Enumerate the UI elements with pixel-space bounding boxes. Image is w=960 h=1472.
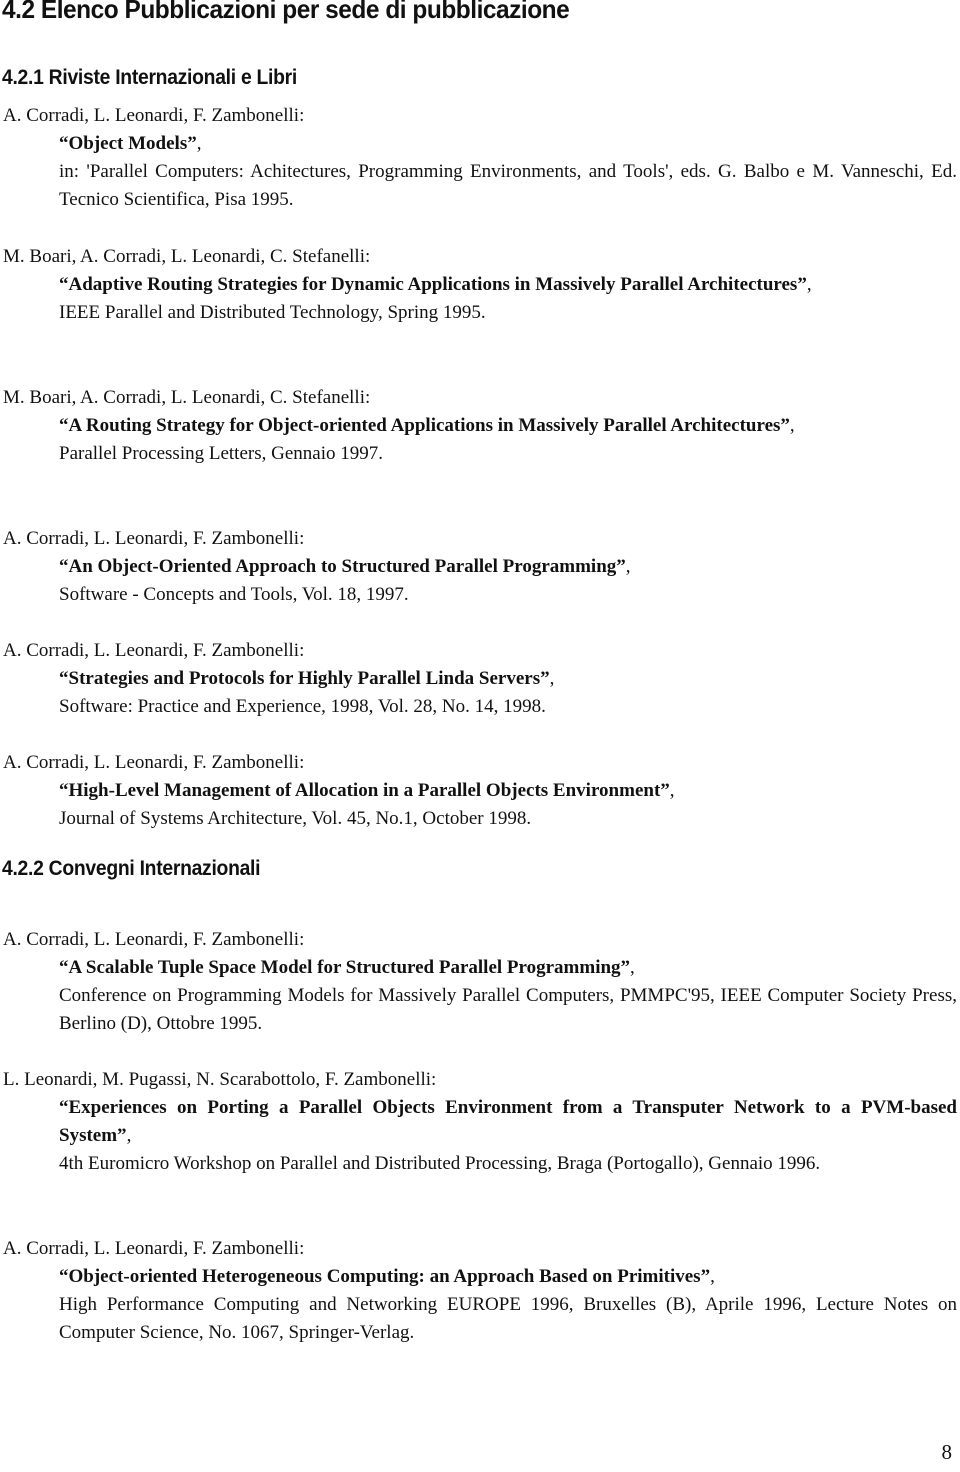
entry-authors: A. Corradi, L. Leonardi, F. Zambonelli: — [3, 640, 305, 661]
subsection-heading-convegni: 4.2.2 Convegni Internazionali — [2, 857, 261, 880]
entry-venue: Software: Practice and Experience, 1998,… — [59, 696, 546, 717]
entry-title: “Adaptive Routing Strategies for Dynamic… — [59, 274, 807, 295]
entry-authors: M. Boari, A. Corradi, L. Leonardi, C. St… — [3, 387, 371, 408]
page-number: 8 — [941, 1440, 953, 1464]
entry-venue: Software - Concepts and Tools, Vol. 18, … — [59, 584, 409, 605]
entry-venue: IEEE Parallel and Distributed Technology… — [59, 302, 486, 323]
publication-entry: M. Boari, A. Corradi, L. Leonardi, C. St… — [3, 243, 957, 327]
publication-entry: A. Corradi, L. Leonardi, F. Zambonelli: … — [3, 1235, 957, 1347]
publication-entry: A. Corradi, L. Leonardi, F. Zambonelli: … — [3, 102, 957, 214]
entry-title: “Strategies and Protocols for Highly Par… — [59, 668, 550, 689]
title-comma: , — [789, 415, 795, 436]
publication-entry: A. Corradi, L. Leonardi, F. Zambonelli: … — [3, 749, 957, 833]
publication-entry: L. Leonardi, M. Pugassi, N. Scarabottolo… — [3, 1066, 957, 1178]
title-comma: , — [549, 668, 555, 689]
document-page: 4.2 Elenco Pubblicazioni per sede di pub… — [0, 0, 960, 1472]
entry-venue: High Performance Computing and Networkin… — [59, 1294, 957, 1343]
publication-entry: A. Corradi, L. Leonardi, F. Zambonelli: … — [3, 926, 957, 1038]
entry-authors: A. Corradi, L. Leonardi, F. Zambonelli: — [3, 1238, 305, 1259]
entry-authors: A. Corradi, L. Leonardi, F. Zambonelli: — [3, 929, 305, 950]
section-heading: 4.2 Elenco Pubblicazioni per sede di pub… — [2, 0, 570, 24]
title-comma: , — [126, 1125, 132, 1146]
title-comma: , — [196, 133, 202, 154]
publication-entry: A. Corradi, L. Leonardi, F. Zambonelli: … — [3, 525, 957, 609]
publication-entry: A. Corradi, L. Leonardi, F. Zambonelli: … — [3, 637, 957, 721]
entry-venue: Parallel Processing Letters, Gennaio 199… — [59, 443, 383, 464]
entry-venue: in: 'Parallel Computers: Achitectures, P… — [59, 161, 957, 210]
entry-authors: A. Corradi, L. Leonardi, F. Zambonelli: — [3, 105, 305, 126]
entry-authors: A. Corradi, L. Leonardi, F. Zambonelli: — [3, 752, 305, 773]
entry-title: “A Routing Strategy for Object-oriented … — [59, 415, 790, 436]
entry-title: “An Object-Oriented Approach to Structur… — [59, 556, 626, 577]
entry-venue: Journal of Systems Architecture, Vol. 45… — [59, 808, 532, 829]
title-comma: , — [625, 556, 631, 577]
entry-title: “A Scalable Tuple Space Model for Struct… — [59, 957, 631, 978]
title-comma: , — [630, 957, 635, 978]
entry-title: “High-Level Management of Allocation in … — [59, 780, 670, 801]
entry-title: “Experiences on Porting a Parallel Objec… — [59, 1097, 957, 1146]
publication-entry: M. Boari, A. Corradi, L. Leonardi, C. St… — [3, 384, 957, 468]
subsection-heading-riviste: 4.2.1 Riviste Internazionali e Libri — [2, 66, 297, 89]
title-comma: , — [669, 780, 675, 801]
entry-title: “Object-oriented Heterogeneous Computing… — [59, 1266, 711, 1287]
entry-venue: 4th Euromicro Workshop on Parallel and D… — [59, 1153, 821, 1174]
entry-authors: M. Boari, A. Corradi, L. Leonardi, C. St… — [3, 246, 371, 267]
entry-title: “Object Models” — [59, 133, 197, 154]
entry-venue: Conference on Programming Models for Mas… — [59, 985, 957, 1034]
title-comma: , — [710, 1266, 715, 1287]
entry-authors: L. Leonardi, M. Pugassi, N. Scarabottolo… — [3, 1069, 437, 1090]
title-comma: , — [806, 274, 812, 295]
entry-authors: A. Corradi, L. Leonardi, F. Zambonelli: — [3, 528, 305, 549]
